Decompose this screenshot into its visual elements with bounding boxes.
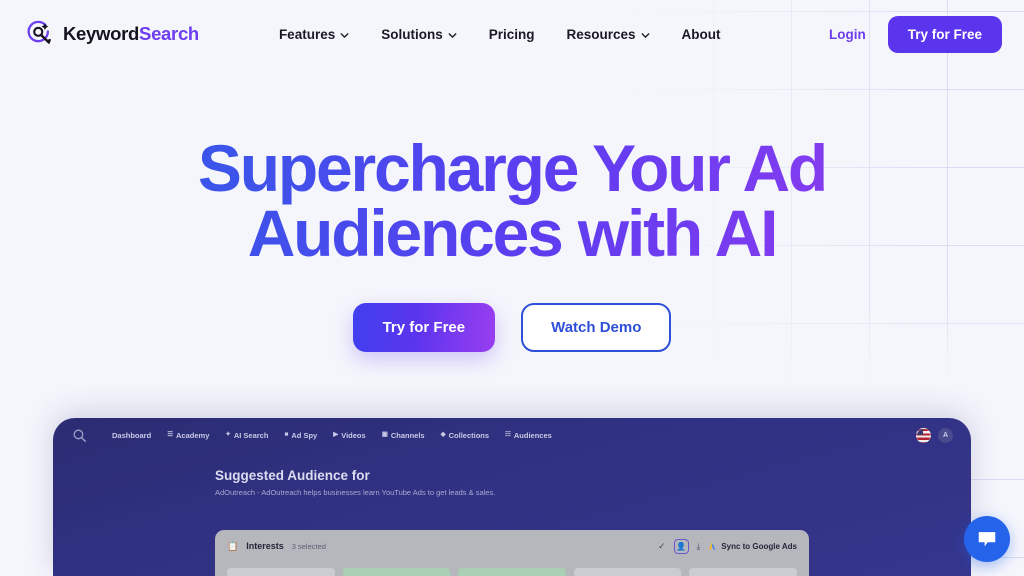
nav-label: About	[681, 26, 721, 42]
site-header: KeywordSearch Features Solutions Pricing…	[0, 0, 1024, 68]
target-search-logo-icon	[27, 20, 51, 44]
dash-link-channels[interactable]: ▣ Channels	[382, 431, 425, 440]
hero-try-for-free-button[interactable]: Try for Free	[352, 302, 496, 352]
interest-chip[interactable]	[342, 568, 451, 576]
adspy-icon: ■	[284, 430, 289, 438]
dash-link-videos[interactable]: ▶ Videos	[333, 431, 365, 440]
header-actions: Login Try for Free	[829, 15, 1002, 53]
main-navigation: Features Solutions Pricing Resources Abo…	[279, 27, 721, 42]
avatar[interactable]: A	[938, 427, 953, 443]
dashboard-links: Dashboard ☰ Academy ✦ AI Search ■ Ad Spy ▶ V…	[112, 431, 552, 440]
channels-icon: ▣	[381, 430, 388, 438]
sync-to-google-ads-button[interactable]: Sync to Google Ads	[708, 542, 797, 551]
header-try-for-free-button[interactable]: Try for Free	[887, 15, 1002, 53]
nav-label: Features	[278, 26, 336, 42]
check-icon[interactable]: ✓	[658, 541, 666, 552]
download-icon[interactable]: ⤓	[697, 541, 701, 552]
nav-item-solutions[interactable]: Solutions	[381, 27, 457, 42]
academy-icon: ☰	[167, 430, 174, 438]
dash-link-academy[interactable]: ☰ Academy	[167, 431, 209, 440]
login-link[interactable]: Login	[829, 27, 866, 42]
brand-logo[interactable]: KeywordSearch	[26, 20, 199, 48]
interest-chip[interactable]	[573, 568, 682, 576]
dash-link-collections[interactable]: ◆ Collections	[441, 431, 489, 440]
brand-name: KeywordSearch	[63, 23, 199, 44]
nav-label: Resources	[566, 26, 636, 42]
interests-actions: ✓ 👤 ⤓ Sync to Google Ads	[658, 538, 797, 554]
interests-panel: 📋 Interests 3 selected ✓ 👤 ⤓ Sync to Goo…	[215, 530, 809, 576]
search-icon	[73, 429, 87, 442]
chevron-down-icon	[641, 32, 649, 38]
interest-chip[interactable]	[227, 568, 335, 576]
play-icon: ▶	[333, 430, 339, 438]
nav-label: Solutions	[381, 26, 443, 42]
nav-item-resources[interactable]: Resources	[566, 27, 649, 42]
page-title: Supercharge Your Ad Audiences with AI	[0, 135, 1024, 267]
watch-demo-button[interactable]: Watch Demo	[521, 302, 672, 352]
hero-cta-row: Try for Free Watch Demo	[0, 302, 1024, 352]
google-ads-icon	[709, 542, 716, 549]
person-icon[interactable]: 👤	[673, 538, 689, 554]
interests-count: 3 selected	[291, 541, 326, 551]
collections-icon: ◆	[440, 430, 446, 438]
us-flag-icon[interactable]	[916, 427, 931, 443]
sparkle-icon: ✦	[225, 430, 231, 438]
interest-chip[interactable]	[458, 568, 566, 576]
nav-item-about[interactable]: About	[682, 27, 721, 42]
interest-chips-row	[215, 562, 809, 576]
clipboard-icon: 📋	[227, 540, 239, 551]
chevron-down-icon	[340, 32, 349, 38]
interests-title: Interests	[246, 541, 284, 551]
dashboard-preview: Dashboard ☰ Academy ✦ AI Search ■ Ad Spy ▶ V…	[53, 418, 971, 576]
nav-item-features[interactable]: Features	[279, 27, 349, 42]
sync-label: Sync to Google Ads	[721, 541, 797, 551]
dashboard-subtitle: AdOutreach - AdOutreach helps businesses…	[215, 488, 496, 497]
interests-label-group: 📋 Interests 3 selected	[227, 541, 326, 552]
chat-bubble-icon	[978, 532, 996, 547]
interest-chip[interactable]	[689, 568, 797, 576]
nav-item-pricing[interactable]: Pricing	[489, 27, 535, 42]
dash-link-ai-search[interactable]: ✦ AI Search	[225, 431, 268, 440]
dashboard-user-area: A	[916, 427, 953, 443]
dashboard-navbar: Dashboard ☰ Academy ✦ AI Search ■ Ad Spy ▶ V…	[53, 420, 971, 450]
dash-link-ad-spy[interactable]: ■ Ad Spy	[284, 431, 317, 440]
chevron-down-icon	[448, 32, 457, 38]
interests-toolbar: 📋 Interests 3 selected ✓ 👤 ⤓ Sync to Goo…	[215, 530, 809, 562]
chat-widget-button[interactable]	[964, 516, 1010, 562]
dash-link-audiences[interactable]: ☷ Audiences	[505, 431, 552, 440]
nav-label: Pricing	[488, 26, 535, 42]
audiences-icon: ☷	[505, 430, 511, 438]
dashboard-title: Suggested Audience for	[215, 468, 370, 483]
dash-link-dashboard[interactable]: Dashboard	[112, 431, 151, 440]
